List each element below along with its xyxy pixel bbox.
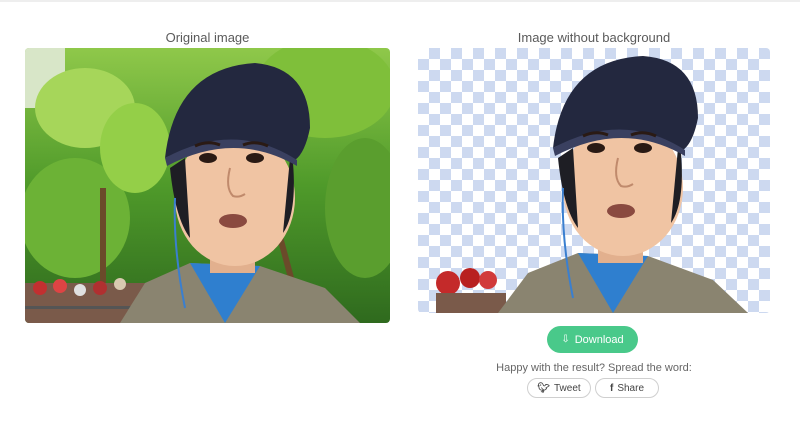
background-removed-image [418,48,770,313]
original-image-title: Original image [165,30,250,45]
share-prompt: Happy with the result? Spread the word: [496,362,692,374]
tweet-label: Tweet [554,382,581,394]
tweet-button[interactable]: 🐦︎ Tweet [527,378,591,398]
top-divider [0,0,800,2]
download-button[interactable]: ⇩ Download [547,326,638,353]
result-image-title: Image without background [517,30,671,45]
facebook-f-icon: f [609,382,614,394]
download-icon: ⇩ [561,333,570,345]
original-image [25,48,390,323]
facebook-share-button[interactable]: f Share [595,378,659,398]
download-label: Download [574,333,624,346]
twitter-bird-icon: 🐦︎ [537,382,550,394]
share-label: Share [617,382,645,394]
